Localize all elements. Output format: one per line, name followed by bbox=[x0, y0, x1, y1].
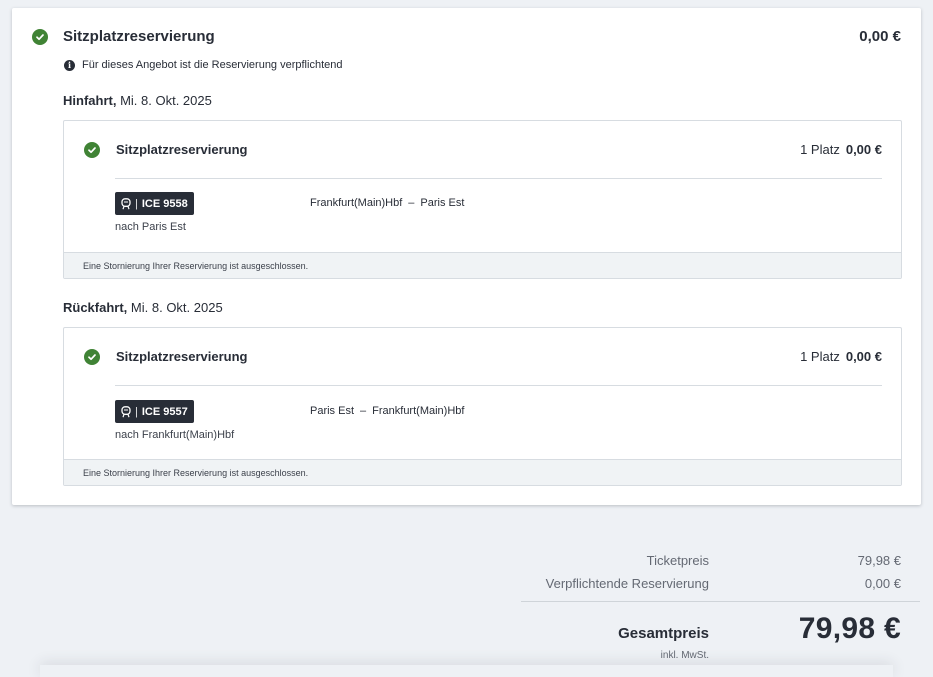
reservation-price-value: 0,00 € bbox=[865, 576, 901, 591]
reservation-price-label: Verpflichtende Reservierung bbox=[469, 576, 709, 591]
return-direction: Rückfahrt, bbox=[63, 300, 127, 315]
mandatory-info: i Für dieses Angebot ist die Reservierun… bbox=[64, 58, 342, 72]
outbound-destination: nach Paris Est bbox=[115, 221, 186, 233]
return-label: Rückfahrt, Mi. 8. Okt. 2025 bbox=[63, 300, 223, 316]
return-from: Paris Est bbox=[310, 405, 354, 417]
return-reservation-box: Sitzplatzreservierung 1 Platz 0,00 € | IC… bbox=[63, 327, 902, 486]
return-price: 0,00 € bbox=[846, 349, 882, 364]
return-train-number: ICE 9557 bbox=[142, 406, 188, 418]
total-price-label: Gesamtpreis bbox=[618, 625, 709, 642]
divider bbox=[115, 385, 882, 386]
reservation-header: Sitzplatzreservierung 0,00 € bbox=[32, 28, 901, 48]
return-cancellation-note: Eine Stornierung Ihrer Reservierung ist … bbox=[64, 459, 901, 485]
tax-note: inkl. MwSt. bbox=[661, 650, 709, 661]
info-text: Für dieses Angebot ist die Reservierung … bbox=[82, 59, 342, 71]
reservation-card: Sitzplatzreservierung 0,00 € i Für diese… bbox=[12, 8, 921, 505]
outbound-seats: 1 Platz bbox=[800, 142, 840, 157]
return-route: Paris Est–Frankfurt(Main)Hbf bbox=[310, 405, 464, 417]
reservation-price: 0,00 € bbox=[859, 28, 901, 46]
outbound-price: 0,00 € bbox=[846, 142, 882, 157]
train-icon bbox=[121, 198, 131, 210]
outbound-label: Hinfahrt, Mi. 8. Okt. 2025 bbox=[63, 93, 212, 109]
outbound-reservation-box: Sitzplatzreservierung 1 Platz 0,00 € | IC… bbox=[63, 120, 902, 279]
check-circle-icon bbox=[32, 29, 48, 45]
check-circle-icon bbox=[84, 349, 100, 365]
return-date: Mi. 8. Okt. 2025 bbox=[131, 300, 223, 315]
total-price-value: 79,98 € bbox=[799, 612, 901, 646]
outbound-from: Frankfurt(Main)Hbf bbox=[310, 197, 402, 209]
outbound-seat-price: 1 Platz 0,00 € bbox=[800, 141, 882, 159]
return-train-badge: | ICE 9557 bbox=[115, 400, 194, 423]
return-reservation-title: Sitzplatzreservierung bbox=[116, 348, 248, 366]
outbound-train-number: ICE 9558 bbox=[142, 198, 188, 210]
return-seat-price: 1 Platz 0,00 € bbox=[800, 348, 882, 366]
info-icon: i bbox=[64, 60, 75, 71]
outbound-cancellation-note: Eine Stornierung Ihrer Reservierung ist … bbox=[64, 252, 901, 278]
check-circle-icon bbox=[84, 142, 100, 158]
outbound-to: Paris Est bbox=[420, 197, 464, 209]
outbound-reservation-title: Sitzplatzreservierung bbox=[116, 141, 248, 159]
return-seats: 1 Platz bbox=[800, 349, 840, 364]
return-to: Frankfurt(Main)Hbf bbox=[372, 405, 464, 417]
train-icon bbox=[121, 406, 131, 418]
reservation-title: Sitzplatzreservierung bbox=[63, 28, 215, 46]
divider bbox=[115, 178, 882, 179]
outbound-route: Frankfurt(Main)Hbf–Paris Est bbox=[310, 197, 464, 209]
summary-divider bbox=[521, 601, 920, 602]
return-destination: nach Frankfurt(Main)Hbf bbox=[115, 429, 234, 441]
ticket-price-label: Ticketpreis bbox=[469, 553, 709, 568]
ticket-price-value: 79,98 € bbox=[858, 553, 901, 568]
outbound-date: Mi. 8. Okt. 2025 bbox=[120, 93, 212, 108]
outbound-train-badge: | ICE 9558 bbox=[115, 192, 194, 215]
outbound-direction: Hinfahrt, bbox=[63, 93, 116, 108]
